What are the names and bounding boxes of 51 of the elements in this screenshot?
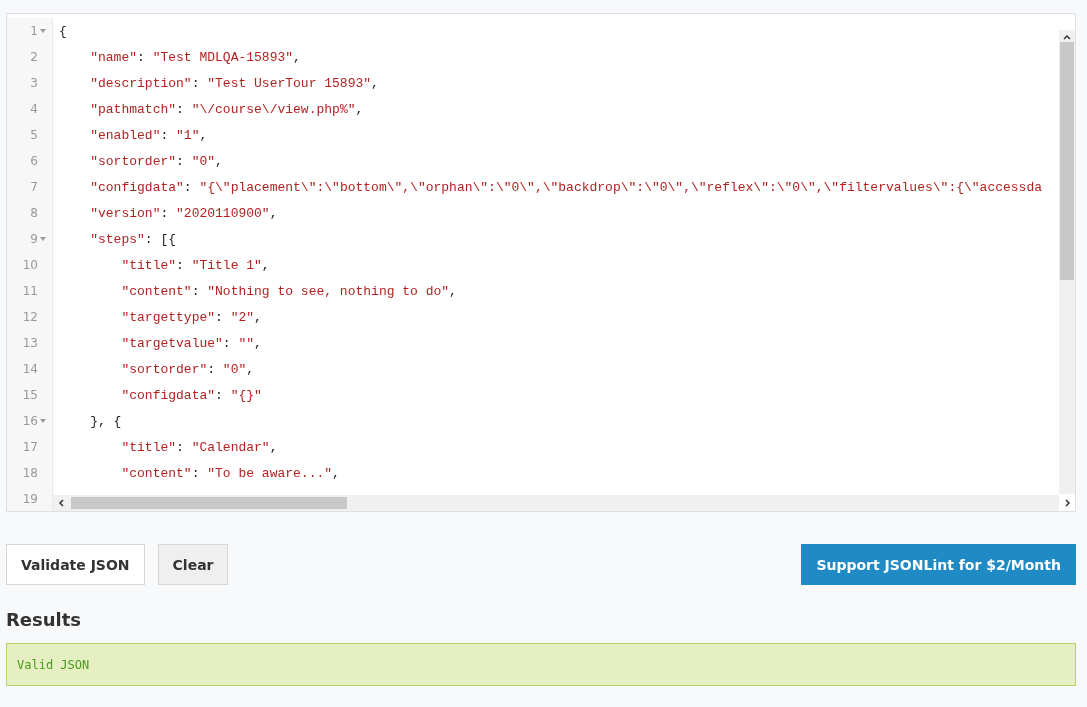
support-button[interactable]: Support JSONLint for $2/Month <box>801 544 1076 585</box>
code-line: "title": "Title 1", <box>120 257 270 273</box>
line-number: 12 <box>22 310 38 324</box>
scrollbar-thumb[interactable] <box>71 497 347 509</box>
results-heading: Results <box>6 609 83 630</box>
code-line: "content": "To be aware...", <box>120 465 340 481</box>
code-line: }, { <box>89 413 122 429</box>
line-number: 17 <box>22 440 38 454</box>
line-number: 19 <box>22 492 38 506</box>
line-number: 9 <box>30 232 38 246</box>
line-number: 18 <box>22 466 38 480</box>
fold-icon[interactable] <box>40 237 46 241</box>
code-line: "version": "2020110900", <box>89 205 278 221</box>
line-number: 11 <box>22 284 38 298</box>
line-number: 7 <box>30 180 38 194</box>
result-message: Valid JSON <box>17 657 90 672</box>
line-number: 2 <box>30 50 38 64</box>
scroll-right-icon[interactable] <box>1065 499 1071 507</box>
code-line: { <box>58 23 67 39</box>
line-number: 10 <box>22 258 38 272</box>
line-number: 8 <box>30 206 38 220</box>
line-number: 3 <box>30 76 38 90</box>
line-number: 5 <box>30 128 38 142</box>
clear-button[interactable]: Clear <box>157 544 229 585</box>
code-line: "targettype": "2", <box>120 309 262 325</box>
validate-button[interactable]: Validate JSON <box>6 544 145 585</box>
line-number: 16 <box>22 414 38 428</box>
vertical-scrollbar[interactable] <box>1059 30 1075 494</box>
fold-icon[interactable] <box>40 29 46 33</box>
code-line: "description": "Test UserTour 15893", <box>89 75 379 91</box>
code-line: "name": "Test MDLQA-15893", <box>89 49 301 65</box>
fold-icon[interactable] <box>40 419 46 423</box>
scrollbar-thumb[interactable] <box>1060 42 1074 280</box>
scroll-up-icon[interactable] <box>1063 34 1071 40</box>
code-line: "pathmatch": "\/course\/view.php%", <box>89 101 364 117</box>
code-line: "title": "Calendar", <box>120 439 278 455</box>
code-line: "sortorder": "0", <box>120 361 255 377</box>
line-number: 14 <box>22 362 38 376</box>
code-line: "steps": [{ <box>89 231 177 247</box>
code-line: "configdata": "{\"placement\":\"bottom\",\"orphan\":\"0\",\"backdrop\":\"0\",\"reflex\":\"0\",\"filtervalues\":{\"accessda <box>89 179 1042 195</box>
line-number: 1 <box>30 24 38 38</box>
line-number: 4 <box>30 102 38 116</box>
code-line: "sortorder": "0", <box>89 153 223 169</box>
line-number: 15 <box>22 388 38 402</box>
scroll-left-icon[interactable] <box>58 499 64 507</box>
code-line: "content": "Nothing to see, nothing to do", <box>120 283 457 299</box>
line-number: 13 <box>22 336 38 350</box>
code-line: "enabled": "1", <box>89 127 208 143</box>
code-line: "targetvalue": "", <box>120 335 262 351</box>
line-number: 6 <box>30 154 38 168</box>
code-line: "configdata": "{}" <box>120 387 262 403</box>
